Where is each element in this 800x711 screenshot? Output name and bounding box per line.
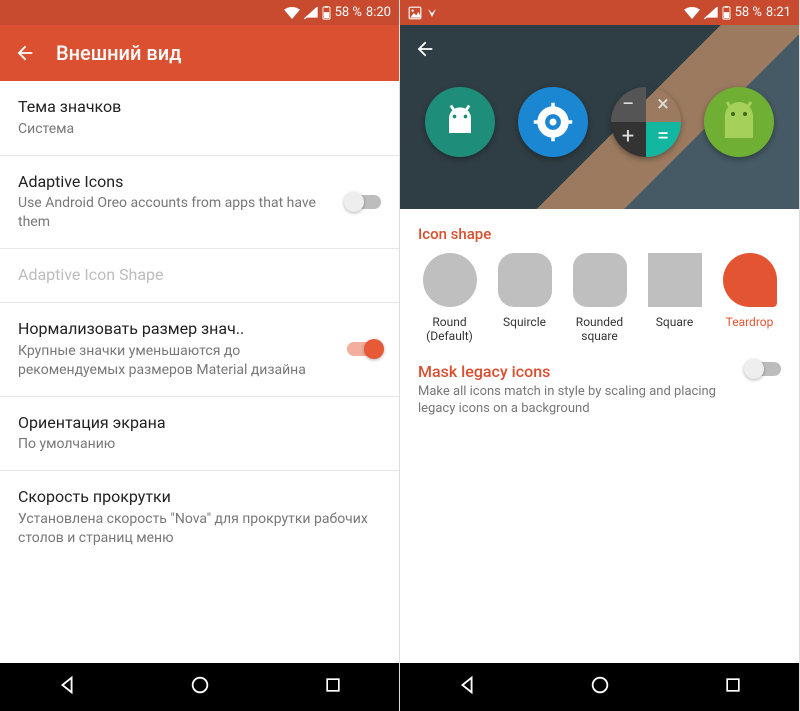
nav-recents-button[interactable] (723, 675, 743, 699)
row-scroll-speed[interactable]: Скорость прокрутки Установлена скорость … (0, 471, 399, 564)
shape-label: Squircle (503, 315, 546, 329)
section-icon-shape: Icon shape (400, 209, 799, 253)
nav-back-button[interactable] (456, 674, 478, 700)
mask-legacy-toggle[interactable] (747, 362, 781, 376)
nav-bar (0, 663, 399, 711)
shape-teardrop[interactable]: Teardrop (714, 253, 785, 344)
row-title: Ориентация экрана (18, 413, 371, 434)
status-bar: 58 % 8:20 (0, 0, 399, 25)
clock-text: 8:21 (766, 5, 791, 20)
shape-rounded-square[interactable]: Rounded square (564, 253, 635, 344)
signal-no-sim-icon (304, 7, 318, 19)
teardrop-icon (723, 253, 777, 307)
app-notif-icon (426, 7, 438, 19)
row-icon-theme[interactable]: Тема значков Система (0, 81, 399, 156)
row-subtitle: Крупные значки уменьшаются до рекомендуе… (18, 342, 337, 380)
back-button[interactable] (14, 42, 36, 64)
row-subtitle: Установлена скорость "Nova" для прокрутк… (18, 510, 371, 548)
shape-label: Square (656, 315, 693, 329)
signal-no-sim-icon (704, 7, 718, 19)
preview-calculator-icon: − × + = (611, 87, 681, 157)
shape-label: Teardrop (726, 315, 774, 329)
row-orientation[interactable]: Ориентация экрана По умолчанию (0, 397, 399, 472)
wifi-icon (684, 7, 700, 19)
row-title: Adaptive Icon Shape (18, 265, 371, 286)
image-notif-icon (408, 6, 422, 20)
adaptive-icons-toggle[interactable] (347, 195, 381, 209)
row-adaptive-shape: Adaptive Icon Shape (0, 249, 399, 303)
back-button[interactable] (414, 38, 436, 60)
shape-squircle[interactable]: Squircle (489, 253, 560, 344)
shape-label: Round (Default) (426, 315, 473, 344)
battery-icon (722, 6, 731, 20)
nav-recents-button[interactable] (323, 675, 343, 699)
nav-back-button[interactable] (56, 674, 78, 700)
row-adaptive-icons[interactable]: Adaptive Icons Use Android Oreo accounts… (0, 156, 399, 250)
mask-subtitle: Make all icons match in style by scaling… (418, 383, 737, 418)
battery-text: 58 % (735, 5, 762, 20)
preview-app-icon (425, 87, 495, 157)
battery-text: 58 % (335, 5, 362, 20)
nav-home-button[interactable] (589, 674, 611, 700)
rounded-square-icon (573, 253, 627, 307)
preview-settings-icon (518, 87, 588, 157)
svg-text:−: − (622, 92, 635, 117)
mask-title: Mask legacy icons (418, 362, 737, 381)
page-title: Внешний вид (56, 41, 182, 65)
phone-left: 58 % 8:20 Внешний вид Тема значков Систе… (0, 0, 400, 711)
phone-right: 58 % 8:21 − × + = (400, 0, 800, 711)
squircle-icon (498, 253, 552, 307)
row-mask-legacy[interactable]: Mask legacy icons Make all icons match i… (400, 356, 799, 436)
shape-picker: Round (Default) Squircle Rounded square … (400, 253, 799, 356)
status-bar: 58 % 8:21 (400, 0, 799, 25)
svg-text:=: = (657, 124, 669, 149)
svg-text:+: + (622, 124, 634, 149)
shape-round[interactable]: Round (Default) (414, 253, 485, 344)
battery-icon (322, 6, 331, 20)
square-icon (648, 253, 702, 307)
svg-text:×: × (657, 92, 669, 117)
preview-android-icon (704, 87, 774, 157)
icon-preview: − × + = (400, 25, 799, 209)
shape-label: Rounded square (576, 315, 623, 344)
row-subtitle: По умолчанию (18, 435, 371, 454)
settings-list: Тема значков Система Adaptive Icons Use … (0, 81, 399, 663)
wifi-icon (284, 7, 300, 19)
round-icon (423, 253, 477, 307)
normalize-size-toggle[interactable] (347, 342, 381, 356)
row-title: Нормализовать размер знач.. (18, 319, 337, 340)
row-subtitle: Use Android Oreo accounts from apps that… (18, 194, 337, 232)
row-normalize-size[interactable]: Нормализовать размер знач.. Крупные знач… (0, 303, 399, 397)
row-title: Тема значков (18, 97, 371, 118)
row-title: Скорость прокрутки (18, 487, 371, 508)
nav-bar (400, 663, 799, 711)
action-bar: Внешний вид (0, 25, 399, 81)
row-subtitle: Система (18, 120, 371, 139)
clock-text: 8:20 (366, 5, 391, 20)
preview-icons: − × + = (400, 87, 799, 157)
action-bar (400, 25, 799, 73)
nav-home-button[interactable] (189, 674, 211, 700)
shape-square[interactable]: Square (639, 253, 710, 344)
row-title: Adaptive Icons (18, 172, 337, 193)
